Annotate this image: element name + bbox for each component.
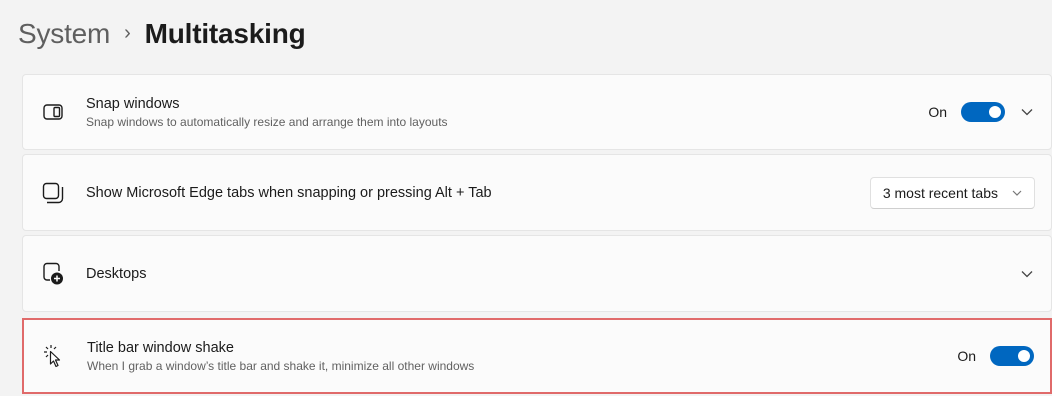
snap-windows-description: Snap windows to automatically resize and… (86, 114, 448, 129)
toggle-knob (1018, 350, 1030, 362)
snap-windows-state-label: On (928, 104, 947, 120)
snap-windows-toggle[interactable] (961, 102, 1005, 122)
chevron-down-icon[interactable] (1019, 266, 1035, 282)
breadcrumb: System › Multitasking (18, 12, 306, 56)
snap-windows-setting[interactable]: Snap windows Snap windows to automatical… (22, 74, 1052, 150)
breadcrumb-parent-system[interactable]: System (18, 18, 110, 50)
edge-tabs-dropdown-value: 3 most recent tabs (882, 184, 998, 201)
edge-tabs-title: Show Microsoft Edge tabs when snapping o… (86, 184, 492, 201)
title-bar-shake-description: When I grab a window’s title bar and sha… (87, 358, 475, 373)
chevron-down-icon[interactable] (1019, 104, 1035, 120)
title-bar-shake-toggle[interactable] (990, 346, 1034, 366)
snap-windows-title: Snap windows (86, 95, 180, 112)
desktops-setting[interactable]: Desktops (22, 235, 1052, 312)
edge-tabs-icon (39, 179, 67, 207)
page-title: Multitasking (144, 18, 306, 49)
chevron-down-icon (1012, 190, 1022, 196)
snap-windows-icon (39, 98, 67, 126)
edge-tabs-dropdown[interactable]: 3 most recent tabs (869, 176, 1035, 209)
breadcrumb-separator: › (124, 21, 131, 44)
cursor-shake-icon (40, 342, 68, 370)
toggle-knob (989, 106, 1001, 118)
title-bar-shake-setting: Title bar window shake When I grab a win… (22, 318, 1052, 394)
desktops-icon (39, 260, 67, 288)
title-bar-shake-state-label: On (957, 348, 976, 364)
desktops-title: Desktops (86, 265, 147, 282)
title-bar-shake-title: Title bar window shake (87, 339, 234, 356)
edge-tabs-setting: Show Microsoft Edge tabs when snapping o… (22, 154, 1052, 231)
